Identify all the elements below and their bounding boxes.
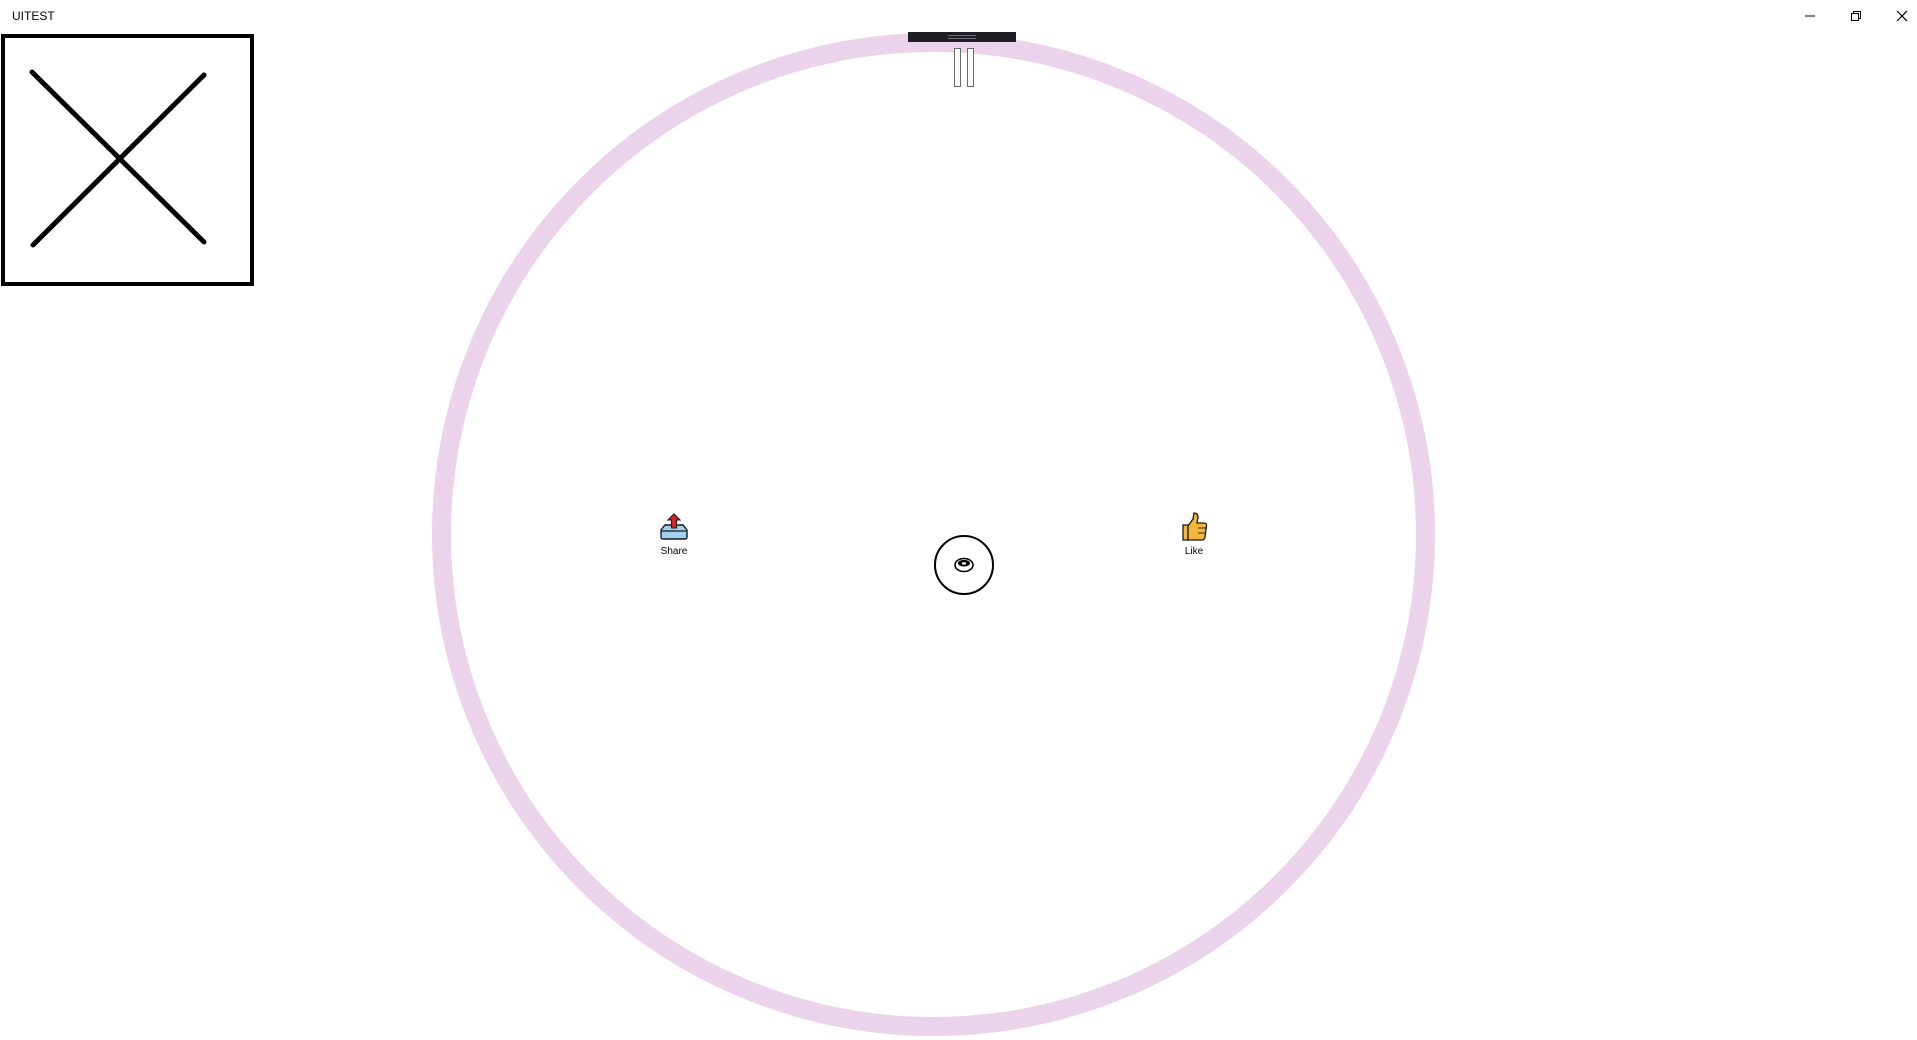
like-label: Like xyxy=(1184,546,1204,557)
image-placeholder xyxy=(1,34,254,286)
drag-handle-icon xyxy=(948,35,976,36)
center-button[interactable] xyxy=(934,535,994,595)
restore-icon xyxy=(1851,10,1861,21)
share-icon xyxy=(660,513,688,540)
share-button[interactable]: Share xyxy=(644,510,704,557)
close-button[interactable] xyxy=(1879,0,1917,31)
share-label: Share xyxy=(660,546,688,557)
pause-icon xyxy=(954,48,961,87)
drag-handle[interactable] xyxy=(908,32,1016,42)
pause-button[interactable] xyxy=(952,48,976,88)
title-bar: UITEST xyxy=(0,0,1917,31)
radial-menu-ring xyxy=(432,33,1435,1036)
minimize-button[interactable] xyxy=(1787,0,1833,31)
close-icon xyxy=(1896,10,1908,21)
minimize-icon xyxy=(1805,15,1815,16)
like-button[interactable]: Like xyxy=(1164,510,1224,557)
eye-icon xyxy=(954,557,974,573)
app-title: UITEST xyxy=(12,9,55,23)
thumbs-up-icon xyxy=(1182,512,1208,541)
restore-button[interactable] xyxy=(1833,0,1879,31)
x-placeholder-icon xyxy=(29,69,207,248)
